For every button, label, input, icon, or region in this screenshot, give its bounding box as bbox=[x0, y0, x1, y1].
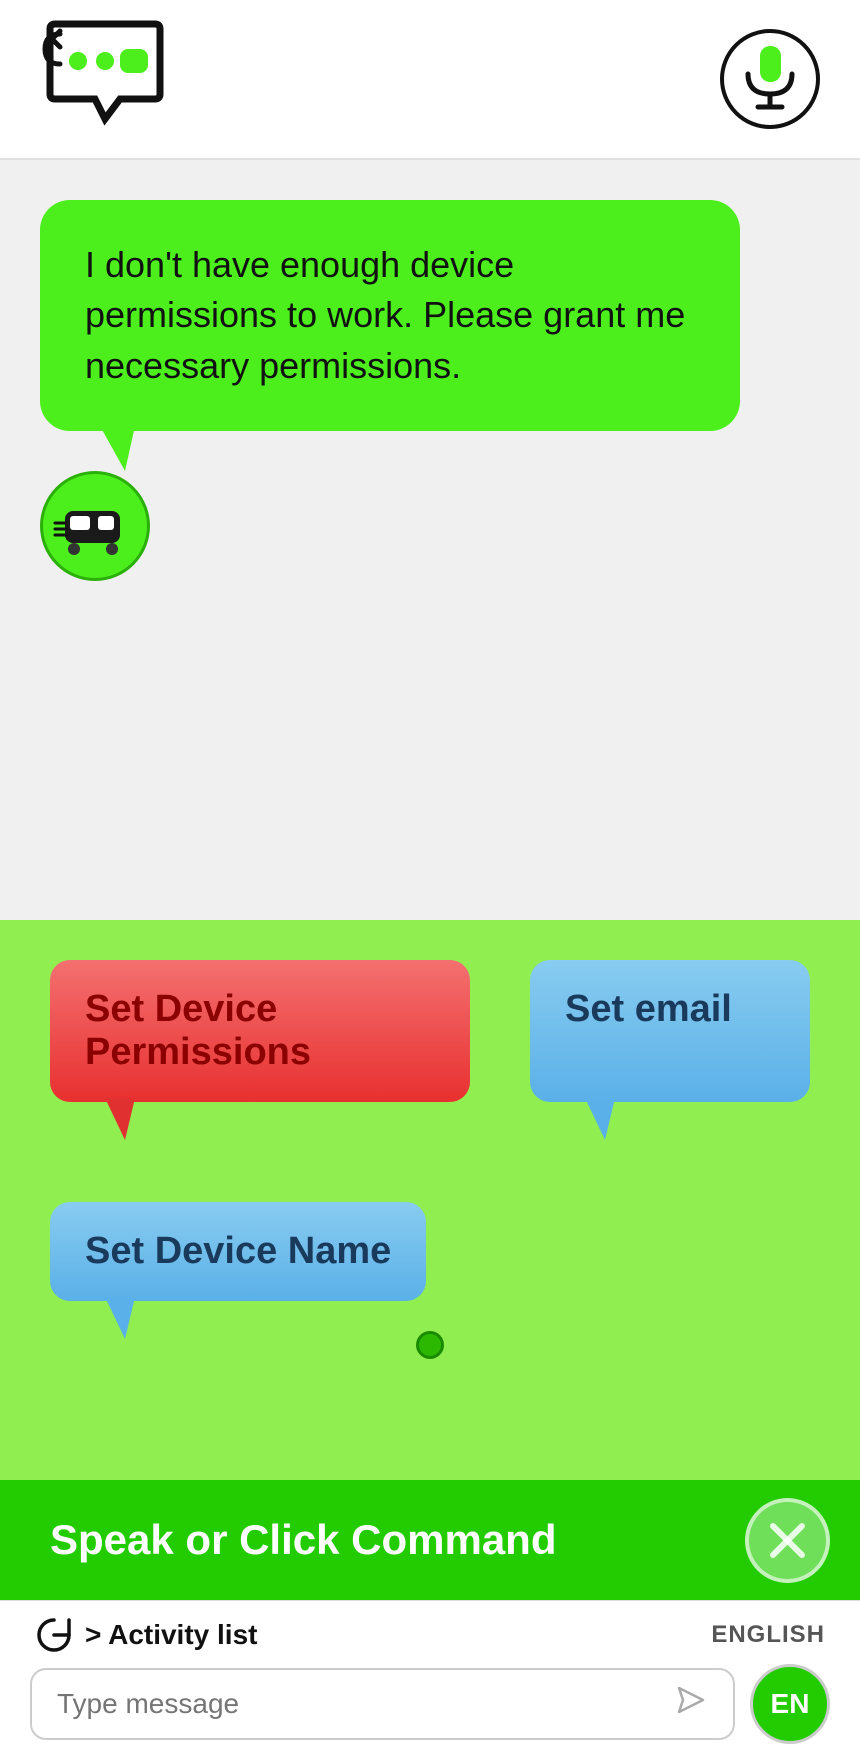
message-input[interactable] bbox=[30, 1668, 735, 1740]
speak-bar-label: Speak or Click Command bbox=[50, 1516, 556, 1564]
close-icon bbox=[765, 1518, 810, 1563]
chat-area: I don't have enough device permissions t… bbox=[0, 160, 860, 920]
language-badge[interactable]: EN bbox=[750, 1664, 830, 1744]
bot-avatar-icon bbox=[50, 481, 140, 571]
cmd-set-email[interactable]: Set email bbox=[530, 960, 810, 1102]
page-dot bbox=[416, 1331, 444, 1359]
activity-label: > Activity list bbox=[85, 1619, 257, 1651]
activity-link[interactable]: > Activity list bbox=[35, 1616, 257, 1654]
history-icon bbox=[35, 1616, 73, 1654]
bot-message-text: I don't have enough device permissions t… bbox=[85, 244, 685, 386]
speak-bar: Speak or Click Command bbox=[0, 1480, 860, 1600]
header bbox=[0, 0, 860, 160]
input-row: EN bbox=[30, 1664, 830, 1744]
close-button[interactable] bbox=[745, 1498, 830, 1583]
activity-row: > Activity list ENGLISH bbox=[30, 1616, 830, 1654]
send-icon[interactable] bbox=[675, 1684, 707, 1724]
cmd-set-device-permissions[interactable]: Set Device Permissions bbox=[50, 960, 470, 1102]
commands-row-1: Set Device Permissions Set email bbox=[50, 960, 810, 1102]
commands-area: Set Device Permissions Set email Set Dev… bbox=[0, 920, 860, 1480]
bot-avatar bbox=[40, 471, 150, 581]
microphone-icon bbox=[743, 44, 798, 114]
commands-row-2: Set Device Name bbox=[50, 1172, 810, 1301]
bot-message-bubble: I don't have enough device permissions t… bbox=[40, 200, 740, 431]
chat-logo-icon bbox=[40, 19, 170, 139]
bottom-bar: > Activity list ENGLISH EN bbox=[0, 1600, 860, 1730]
language-label: ENGLISH bbox=[711, 1621, 825, 1649]
page-indicator bbox=[50, 1331, 810, 1359]
mic-button[interactable] bbox=[720, 29, 820, 129]
cmd-set-device-name[interactable]: Set Device Name bbox=[50, 1202, 426, 1301]
